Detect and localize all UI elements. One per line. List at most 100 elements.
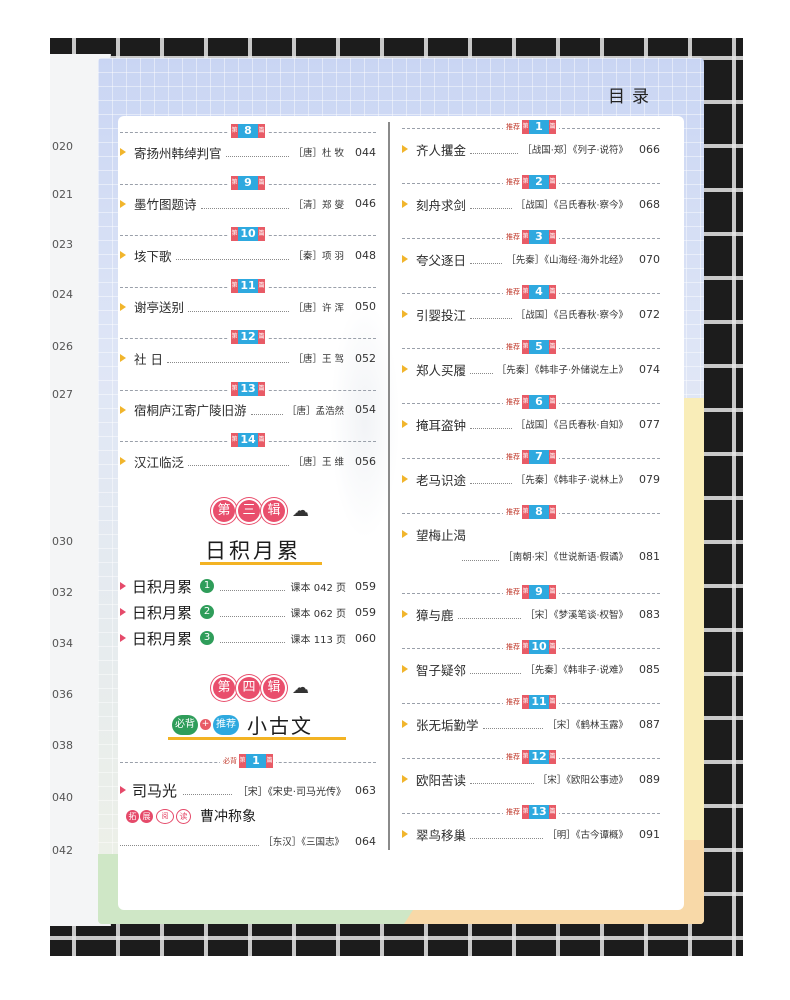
circle-number: 1 (200, 579, 215, 593)
section-number: 8 (238, 124, 258, 138)
entry-source: ［先秦］《韩非子·外储说左上》 (496, 365, 628, 376)
prev-page-number: 034 (52, 637, 73, 650)
cloud-icon: ☁ (292, 678, 309, 698)
toc-entry[interactable]: 刻舟求剑 ［战国］《吕氏春秋·察今》 068 (402, 195, 660, 213)
entry-title: 老马识途 (416, 472, 467, 488)
recommend-tag: 推荐 (506, 178, 520, 186)
entry-source: ［唐］王 维 (293, 457, 344, 468)
entry-source: ［清］郑 燮 (293, 199, 344, 211)
entry-title: 垓下歌 (134, 248, 172, 264)
toc-entry[interactable]: 墨竹图题诗 ［清］郑 燮 046 (120, 195, 376, 213)
arrow-icon (402, 200, 408, 208)
entry-source: ［战国］《吕氏春秋·自知》 (515, 420, 628, 431)
arrow-icon (402, 475, 408, 483)
section-number: 13 (529, 805, 549, 819)
entry-title: 夸父逐日 (416, 252, 467, 268)
section-number: 2 (529, 175, 549, 189)
entry-title: 谢亭送别 (134, 300, 185, 315)
toc-entry[interactable]: 谢亭送别 ［唐］许 浑 050 (120, 298, 376, 316)
entry-title: 墨竹图题诗 (134, 197, 197, 212)
entry-title: 日积月累 (132, 577, 193, 596)
section-number: 6 (529, 395, 549, 409)
entry-title: 欧阳苦读 (416, 772, 467, 788)
section-number: 9 (238, 175, 258, 190)
toc-entry[interactable]: 引婴投江 ［战国］《吕氏春秋·察今》 072 (402, 305, 660, 323)
entry-title: 掩耳盗钟 (416, 417, 467, 433)
toc-entry[interactable]: 翠鸟移巢 ［明］《古今谭概》 091 (402, 825, 660, 843)
toc-entry[interactable]: 日积月累 3 课本 113 页 060 (120, 628, 376, 648)
toc-entry[interactable]: 獐与鹿 ［宋］《梦溪笔谈·权智》 083 (402, 605, 660, 623)
toc-entry[interactable]: 司马光 ［宋］《宋史·司马光传》 063 (120, 780, 376, 800)
toc-entry[interactable]: 老马识途 ［先秦］《韩非子·说林上》 079 (402, 470, 660, 488)
entry-page: 046 (355, 197, 376, 210)
toc-entry[interactable]: 汉江临泛 ［唐］王 维 056 (120, 452, 376, 470)
entry-page: 074 (639, 362, 660, 376)
section-number: 1 (529, 120, 549, 134)
recommend-tag: 推荐 (213, 714, 239, 735)
toc-entry[interactable]: 宿桐庐江寄广陵旧游 ［唐］孟浩然 054 (120, 401, 376, 419)
arrow-icon (402, 310, 408, 318)
toc-entry[interactable]: 夸父逐日 ［先秦］《山海经·海外北经》 070 (402, 250, 660, 268)
entry-page: 070 (639, 252, 660, 266)
entry-title: 智子疑邻 (416, 662, 467, 678)
entry-page: 077 (639, 417, 660, 431)
entry-source: ［先秦］《韩非子·说难》 (525, 665, 628, 676)
toc-entry[interactable]: 齐人攫金 ［战国·郑］《列子·说符》 066 (402, 140, 660, 158)
entry-source: ［唐］孟浩然 (286, 405, 344, 417)
section-4-title-row: 必背 + 推荐 小古文 (172, 710, 313, 739)
section-marker: 推荐第 7 篇 (402, 450, 660, 464)
entry-page: 054 (355, 403, 376, 416)
extended-reading[interactable]: 拓 展 阅 读 曹冲称象 (126, 806, 256, 826)
prev-page-number: 042 (52, 844, 73, 857)
section-number: 9 (529, 585, 549, 599)
entry-title: 刻舟求剑 (416, 197, 467, 213)
circle-number: 2 (200, 605, 215, 619)
toc-entry[interactable]: 张无垢勤学 ［宋］《鹤林玉露》 087 (402, 715, 660, 733)
toc-entry[interactable]: 郑人买履 ［先秦］《韩非子·外储说左上》 074 (402, 360, 660, 378)
entry-page: 085 (639, 662, 660, 676)
prev-page-number: 036 (52, 688, 73, 701)
recommend-tag: 推荐 (506, 588, 520, 596)
section-number: 13 (238, 381, 258, 396)
entry-page: 048 (355, 248, 376, 262)
entry-page: 089 (639, 772, 660, 786)
toc-entry[interactable]: 寄扬州韩绰判官 ［唐］杜 牧 044 (120, 143, 376, 161)
section-marker: 推荐第 2 篇 (402, 175, 660, 189)
photo-frame: 020 021 023 024 026 027 030 032 034 036 038 040 042 … (0, 0, 790, 1000)
arrow-icon (120, 457, 126, 465)
section-marker: 推荐第 10 篇 (402, 640, 660, 654)
toc-entry[interactable]: 日积月累 1 课本 042 页 059 (120, 576, 376, 596)
toc-entry[interactable]: 掩耳盗钟 ［战国］《吕氏春秋·自知》 077 (402, 415, 660, 433)
arrow-icon (120, 354, 126, 362)
section-number: 7 (529, 450, 549, 464)
section-marker: 第 14 篇 (120, 433, 376, 447)
arrow-icon (402, 775, 408, 783)
toc-entry-continued[interactable]: ［南朝·宋］《世说新语·假谲》 081 (402, 547, 660, 565)
entry-source: ［明］《古今谭概》 (547, 830, 628, 841)
toc-entry[interactable]: 社 日 ［唐］王 驾 052 (120, 349, 376, 367)
prev-page-number: 021 (52, 188, 73, 201)
toc-entry[interactable]: 垓下歌 ［秦］项 羽 048 (120, 246, 376, 264)
entry-source: 课本 062 页 (290, 608, 346, 620)
entry-title: 郑人买履 (416, 362, 467, 378)
section-3-title: 日积月累 (205, 539, 301, 563)
toc-entry[interactable]: 欧阳苦读 ［宋］《欧阳公事迹》 089 (402, 770, 660, 788)
section-marker: 推荐第 1 篇 (402, 120, 660, 134)
section-marker: 推荐第 4 篇 (402, 285, 660, 299)
recommend-tag: 推荐 (506, 698, 520, 706)
entry-source: ［唐］许 浑 (293, 302, 344, 314)
toc-entry[interactable]: 日积月累 2 课本 062 页 059 (120, 602, 376, 622)
section-marker: 第 11 篇 (120, 278, 376, 293)
entry-source: ［战国·郑］《列子·说符》 (522, 145, 628, 156)
toc-entry[interactable]: ［东汉］《三国志》 064 (120, 832, 376, 850)
toc-entry[interactable]: 智子疑邻 ［先秦］《韩非子·说难》 085 (402, 660, 660, 678)
section-number: 8 (529, 505, 549, 519)
entry-source: ［南朝·宋］《世说新语·假谲》 (503, 552, 628, 563)
section-number: 11 (529, 695, 549, 709)
entry-title: 翠鸟移巢 (416, 827, 467, 843)
entry-source: 课本 113 页 (290, 634, 346, 646)
section-number: 12 (529, 750, 549, 764)
entry-title: 獐与鹿 (416, 607, 454, 623)
toc-entry[interactable]: 望梅止渴 (402, 525, 660, 543)
section-marker: 第8篇 (120, 124, 376, 138)
